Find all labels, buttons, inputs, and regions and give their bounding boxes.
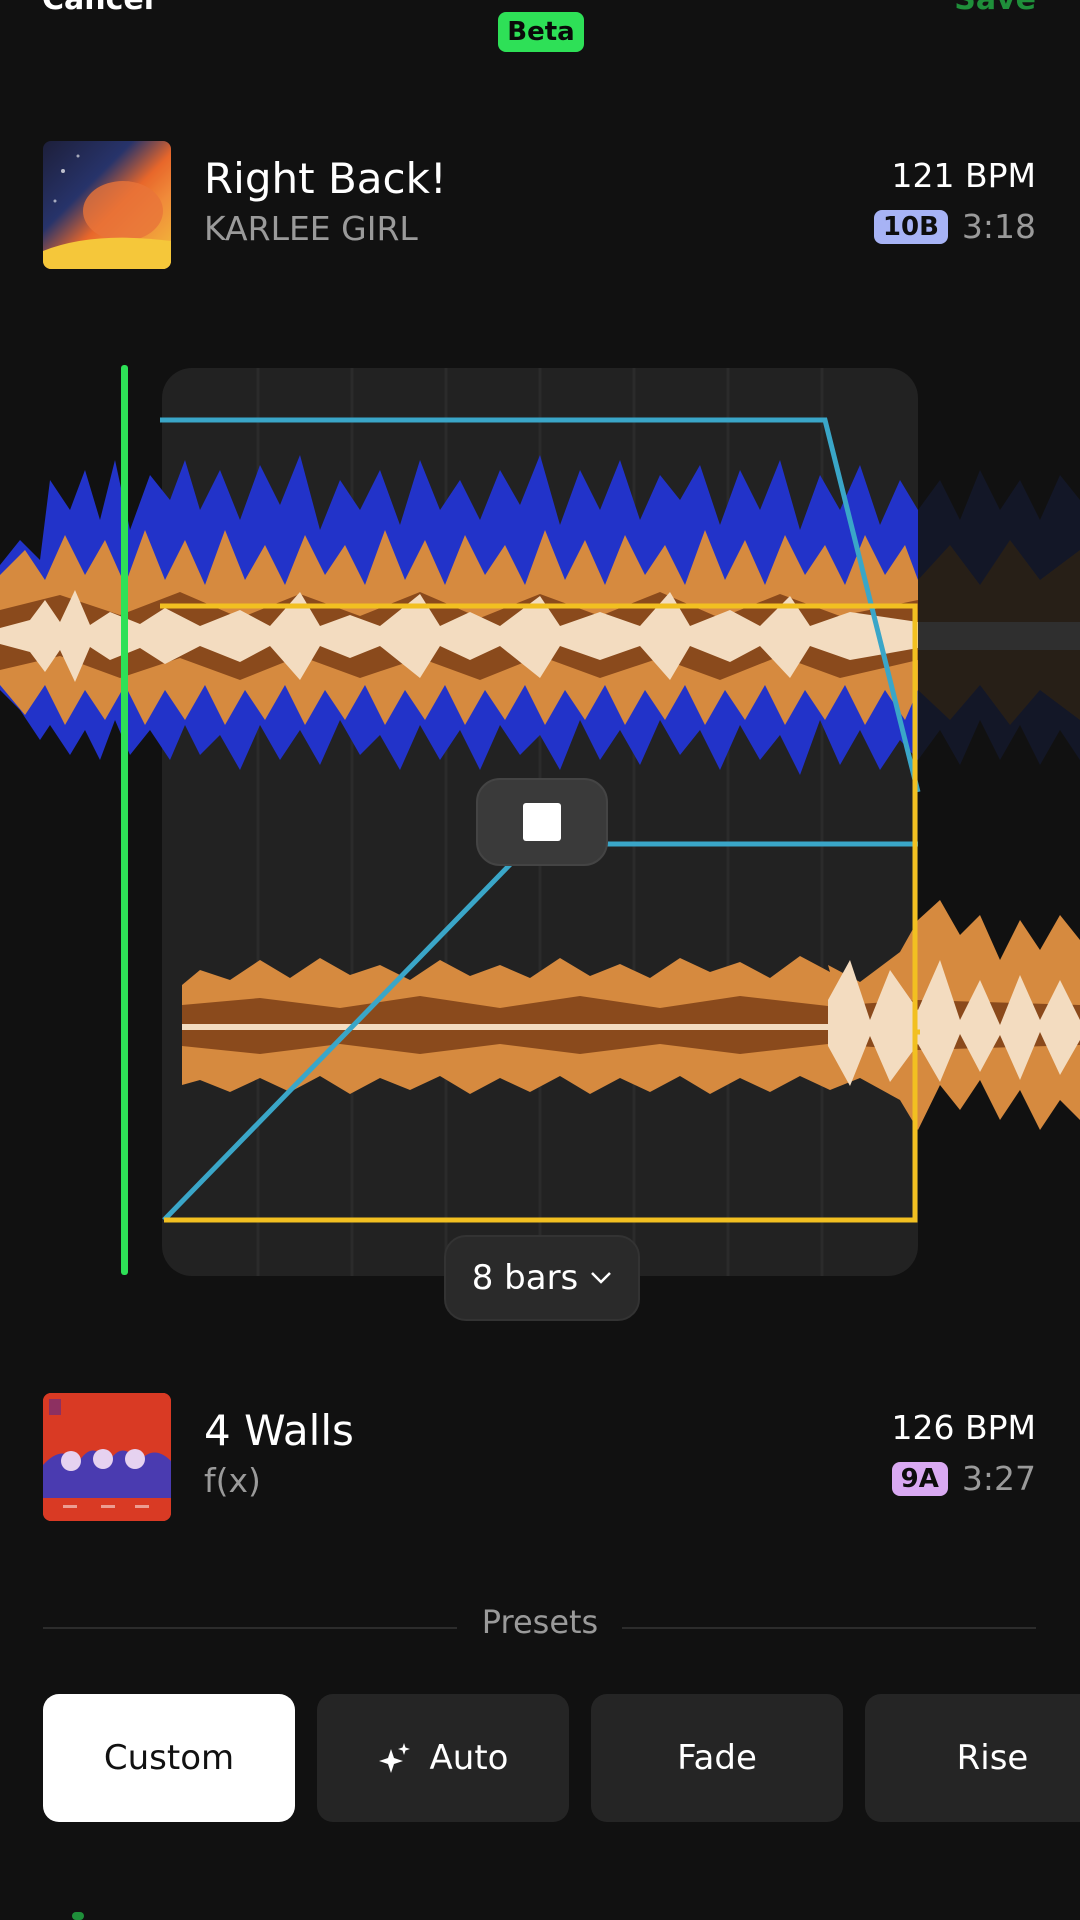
- save-button[interactable]: Save: [954, 0, 1036, 17]
- preset-label: Auto: [429, 1738, 509, 1778]
- bottom-indicator: [72, 1912, 84, 1920]
- track-a-tail: [918, 470, 1080, 765]
- chevron-down-icon: [591, 1272, 612, 1284]
- preset-label: Rise: [956, 1738, 1029, 1778]
- preset-custom[interactable]: Custom: [43, 1694, 295, 1822]
- stop-button[interactable]: [476, 778, 608, 866]
- track-b-title: 4 Walls: [204, 1406, 354, 1455]
- bar-length-selector[interactable]: 8 bars: [444, 1235, 640, 1321]
- preset-label: Fade: [677, 1738, 757, 1778]
- track-a-artist: KARLEE GIRL: [204, 209, 418, 248]
- track-b-artist: f(x): [204, 1461, 261, 1500]
- track-b-artwork: [43, 1393, 171, 1521]
- beta-badge: Beta: [498, 12, 584, 52]
- track-a-title: Right Back!: [204, 154, 447, 203]
- track-b-duration: 3:27: [961, 1459, 1036, 1498]
- preset-label: Custom: [103, 1738, 235, 1778]
- track-a-waveform: [0, 455, 918, 775]
- cancel-button[interactable]: Cancel: [42, 0, 154, 17]
- track-b-bpm: 126 BPM: [891, 1408, 1037, 1447]
- bar-length-label: 8 bars: [471, 1258, 579, 1298]
- track-a-key-badge: 10B: [873, 209, 948, 244]
- track-b-key-badge: 9A: [891, 1461, 948, 1496]
- preset-fade[interactable]: Fade: [591, 1694, 843, 1822]
- presets-heading: Presets: [481, 1603, 599, 1641]
- track-a-artwork: [43, 141, 171, 269]
- sparkle-icon: [378, 1743, 410, 1773]
- preset-rise[interactable]: Rise: [865, 1694, 1080, 1822]
- stop-icon: [523, 803, 561, 841]
- preset-auto[interactable]: Auto: [317, 1694, 569, 1822]
- track-a-bpm: 121 BPM: [891, 156, 1037, 195]
- playhead: [121, 365, 128, 1275]
- track-a-duration: 3:18: [961, 207, 1036, 246]
